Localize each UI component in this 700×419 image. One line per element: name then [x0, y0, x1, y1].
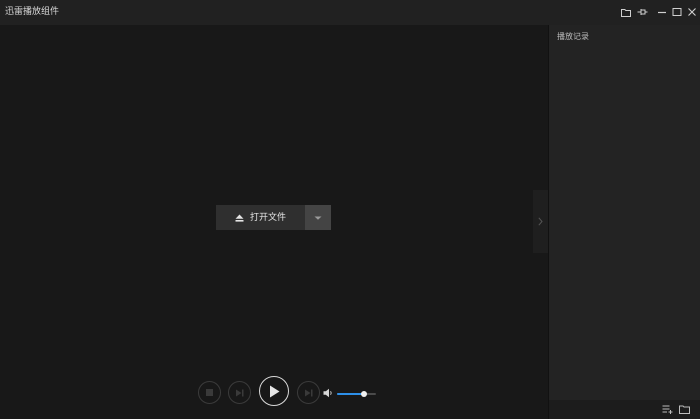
- maximize-button[interactable]: [670, 5, 684, 19]
- open-file-label: 打开文件: [249, 212, 286, 223]
- play-history-title: 播放记录: [557, 32, 589, 41]
- caret-down-icon: [314, 216, 322, 220]
- open-file-button[interactable]: 打开文件: [216, 205, 305, 230]
- volume-slider-thumb[interactable]: [360, 391, 367, 397]
- open-file-dropdown[interactable]: [305, 205, 331, 230]
- chevron-right-icon: [538, 217, 543, 226]
- folder-button[interactable]: [619, 5, 633, 19]
- pin-button[interactable]: [635, 5, 649, 19]
- folder-icon[interactable]: [679, 404, 690, 415]
- play-history-panel: 播放记录: [548, 25, 700, 419]
- close-icon: [688, 8, 696, 16]
- previous-button[interactable]: [228, 381, 251, 404]
- volume-slider-fill: [337, 393, 364, 395]
- minimize-button[interactable]: [655, 5, 669, 19]
- player-window: 迅雷播放组件 打开文件 播放记录: [0, 0, 700, 419]
- folder-icon: [621, 8, 631, 17]
- pin-icon: [637, 9, 647, 15]
- previous-icon: [236, 389, 244, 396]
- stop-icon: [206, 389, 213, 396]
- play-button[interactable]: [259, 376, 289, 406]
- next-button[interactable]: [297, 381, 320, 404]
- history-footer: [549, 400, 700, 419]
- sidepanel-toggle-button[interactable]: [533, 190, 548, 253]
- eject-icon: [235, 214, 244, 222]
- stop-button[interactable]: [198, 381, 221, 404]
- maximize-icon: [672, 8, 682, 16]
- window-title: 迅雷播放组件: [5, 7, 60, 17]
- close-button[interactable]: [685, 5, 699, 19]
- video-area[interactable]: 打开文件: [0, 25, 548, 419]
- playlist-icon[interactable]: [662, 404, 673, 415]
- volume-slider[interactable]: [337, 391, 376, 397]
- next-icon: [305, 389, 313, 396]
- play-icon: [269, 385, 279, 397]
- minimize-icon: [658, 11, 666, 14]
- speaker-icon[interactable]: [323, 388, 333, 398]
- title-bar[interactable]: 迅雷播放组件: [0, 0, 700, 25]
- open-file-group: 打开文件: [216, 205, 331, 230]
